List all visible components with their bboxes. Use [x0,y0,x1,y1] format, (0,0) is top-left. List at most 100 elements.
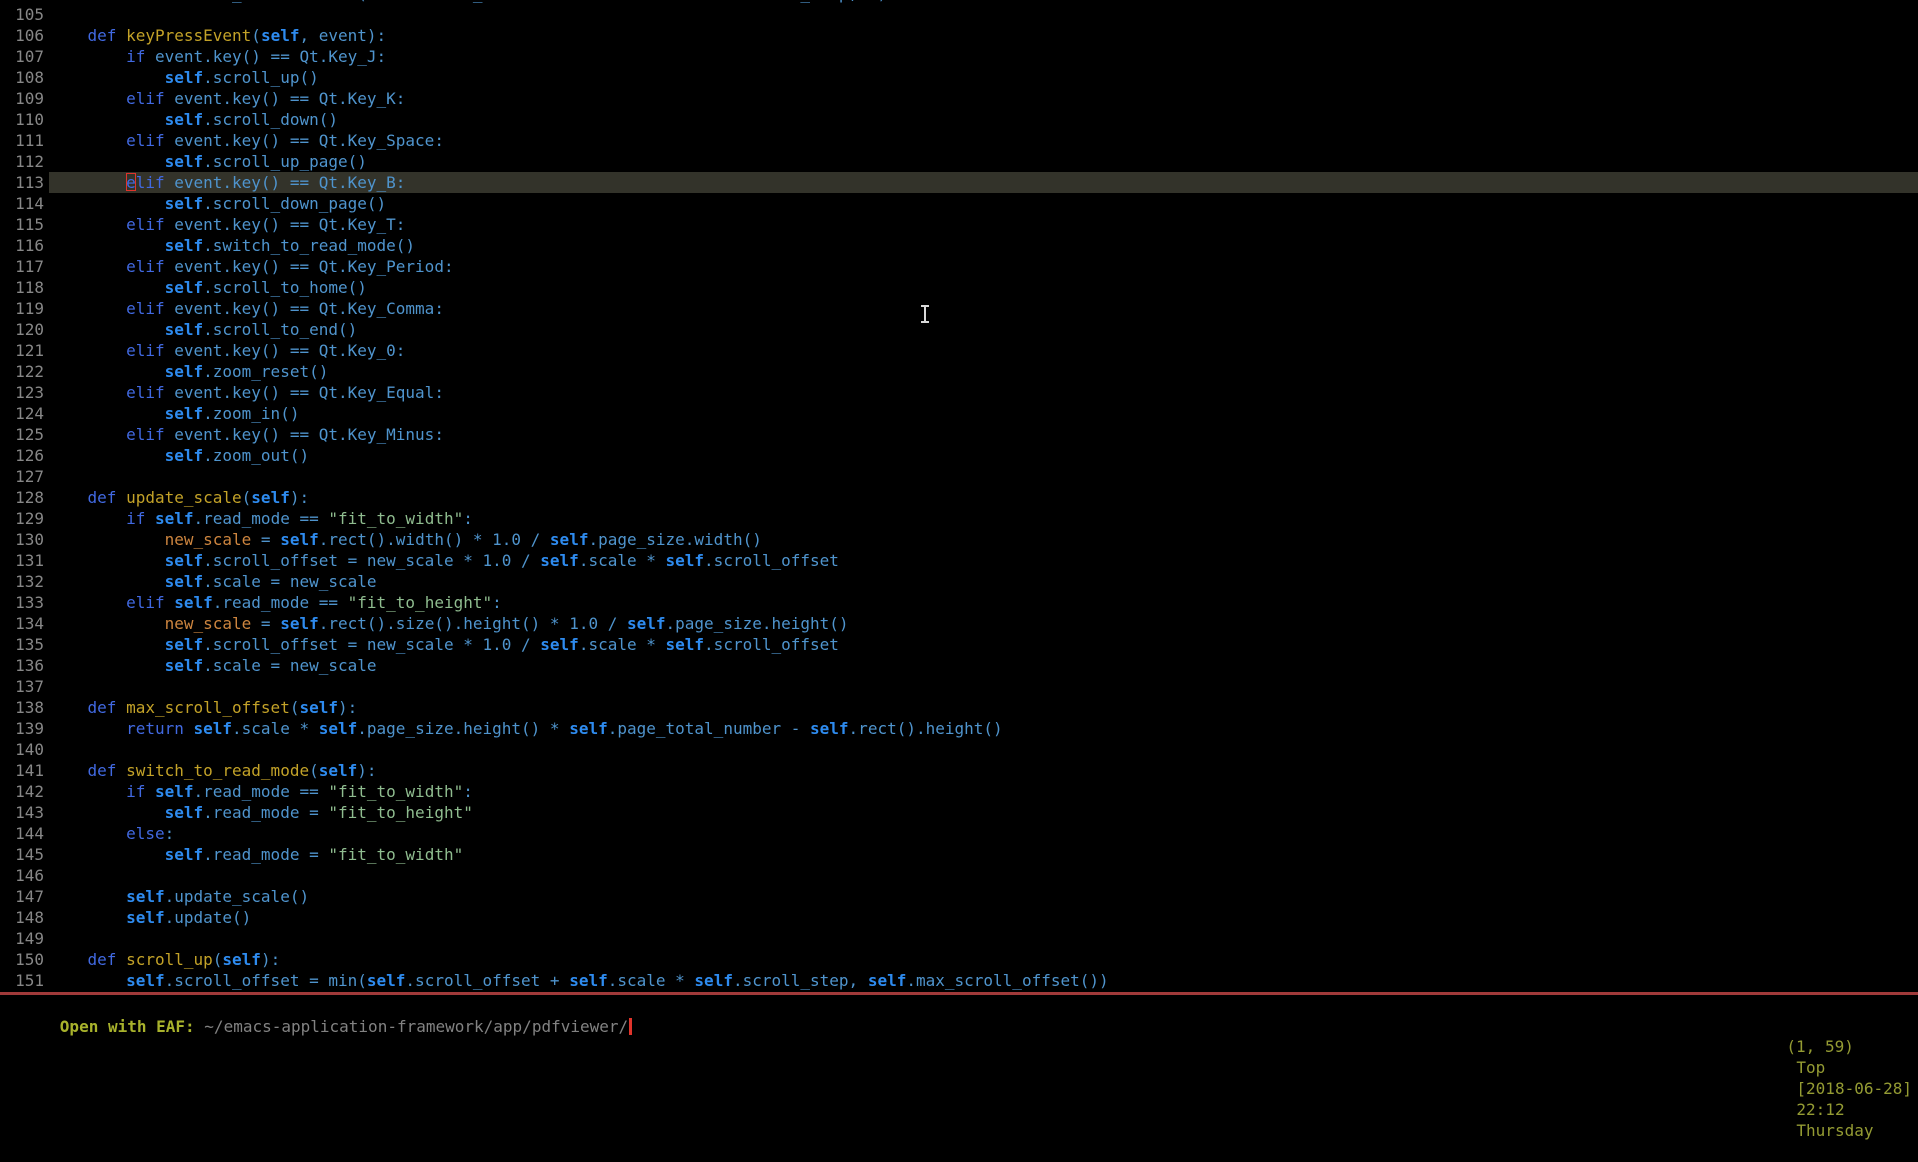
code-line[interactable]: 148 self.update() [0,907,1918,928]
code-text[interactable] [49,4,1918,25]
code-text[interactable]: elif event.key() == Qt.Key_K: [49,88,1918,109]
code-line[interactable]: 140 [0,739,1918,760]
code-line[interactable]: 136 self.scale = new_scale [0,655,1918,676]
code-text[interactable]: self.switch_to_read_mode() [49,235,1918,256]
line-number: 132 [0,571,44,592]
code-text[interactable]: self.scale = new_scale [49,655,1918,676]
code-line[interactable]: 112 self.scroll_up_page() [0,151,1918,172]
code-line[interactable]: 114 self.scroll_down_page() [0,193,1918,214]
code-line[interactable]: 109 elif event.key() == Qt.Key_K: [0,88,1918,109]
code-line[interactable]: 142 if self.read_mode == "fit_to_width": [0,781,1918,802]
editor-buffer[interactable]: 104 self.scroll_offset = max(self.scroll… [0,0,1918,992]
code-line[interactable]: 134 new_scale = self.rect().size().heigh… [0,613,1918,634]
code-text[interactable]: self.scroll_to_end() [49,319,1918,340]
code-text[interactable]: self.scroll_to_home() [49,277,1918,298]
code-text[interactable]: self.scroll_offset = new_scale * 1.0 / s… [49,634,1918,655]
code-text[interactable]: if self.read_mode == "fit_to_width": [49,508,1918,529]
code-text[interactable]: self.zoom_reset() [49,361,1918,382]
code-line[interactable]: 151 self.scroll_offset = min(self.scroll… [0,970,1918,991]
code-text[interactable]: elif event.key() == Qt.Key_Minus: [49,424,1918,445]
minibuffer[interactable]: Open with EAF: ~/emacs-application-frame… [0,995,1918,1037]
code-line[interactable]: 139 return self.scale * self.page_size.h… [0,718,1918,739]
code-text[interactable] [49,466,1918,487]
code-text[interactable]: self.scroll_offset = min(self.scroll_off… [49,970,1918,991]
code-line[interactable]: 105 [0,4,1918,25]
code-text[interactable]: def switch_to_read_mode(self): [49,760,1918,781]
code-text[interactable]: elif event.key() == Qt.Key_Equal: [49,382,1918,403]
code-line[interactable]: 117 elif event.key() == Qt.Key_Period: [0,256,1918,277]
code-text[interactable]: elif event.key() == Qt.Key_T: [49,214,1918,235]
line-number: 129 [0,508,44,529]
code-line[interactable]: 118 self.scroll_to_home() [0,277,1918,298]
minibuffer-line[interactable]: Open with EAF: ~/emacs-application-frame… [0,995,1918,1016]
code-line[interactable]: 125 elif event.key() == Qt.Key_Minus: [0,424,1918,445]
code-text[interactable]: new_scale = self.rect().size().height() … [49,613,1918,634]
code-text[interactable]: return self.scale * self.page_size.heigh… [49,718,1918,739]
code-text[interactable]: elif self.read_mode == "fit_to_height": [49,592,1918,613]
code-text[interactable] [49,865,1918,886]
code-line[interactable]: 121 elif event.key() == Qt.Key_0: [0,340,1918,361]
code-text[interactable]: self.scroll_down_page() [49,193,1918,214]
code-line[interactable]: 133 elif self.read_mode == "fit_to_heigh… [0,592,1918,613]
code-text[interactable]: elif event.key() == Qt.Key_Comma: [49,298,1918,319]
code-line[interactable]: 130 new_scale = self.rect().width() * 1.… [0,529,1918,550]
code-text[interactable]: self.scroll_offset = new_scale * 1.0 / s… [49,550,1918,571]
code-line[interactable]: 137 [0,676,1918,697]
code-line[interactable]: 108 self.scroll_up() [0,67,1918,88]
code-line[interactable]: 138 def max_scroll_offset(self): [0,697,1918,718]
code-text[interactable]: self.scroll_up() [49,67,1918,88]
code-line[interactable]: 110 self.scroll_down() [0,109,1918,130]
code-text[interactable]: def keyPressEvent(self, event): [49,25,1918,46]
code-text[interactable]: self.update() [49,907,1918,928]
code-line[interactable]: 143 self.read_mode = "fit_to_height" [0,802,1918,823]
code-line[interactable]: 146 [0,865,1918,886]
code-text[interactable]: self.scroll_down() [49,109,1918,130]
code-text[interactable]: self.zoom_out() [49,445,1918,466]
code-line[interactable]: 115 elif event.key() == Qt.Key_T: [0,214,1918,235]
code-line[interactable]: 123 elif event.key() == Qt.Key_Equal: [0,382,1918,403]
code-line[interactable]: 141 def switch_to_read_mode(self): [0,760,1918,781]
minibuffer-input[interactable]: ~/emacs-application-framework/app/pdfvie… [204,1017,628,1036]
code-line[interactable]: 107 if event.key() == Qt.Key_J: [0,46,1918,67]
code-text[interactable]: else: [49,823,1918,844]
code-text[interactable]: def max_scroll_offset(self): [49,697,1918,718]
code-line[interactable]: 145 self.read_mode = "fit_to_width" [0,844,1918,865]
code-line[interactable]: 116 self.switch_to_read_mode() [0,235,1918,256]
code-line[interactable]: 126 self.zoom_out() [0,445,1918,466]
code-text[interactable]: def scroll_up(self): [49,949,1918,970]
code-line[interactable]: 131 self.scroll_offset = new_scale * 1.0… [0,550,1918,571]
code-text[interactable]: elif event.key() == Qt.Key_Period: [49,256,1918,277]
code-text[interactable]: self.read_mode = "fit_to_width" [49,844,1918,865]
code-line[interactable]: 150 def scroll_up(self): [0,949,1918,970]
code-text[interactable]: elif event.key() == Qt.Key_Space: [49,130,1918,151]
code-line[interactable]: 120 self.scroll_to_end() [0,319,1918,340]
code-text[interactable]: self.scroll_up_page() [49,151,1918,172]
code-line[interactable]: 132 self.scale = new_scale [0,571,1918,592]
code-text[interactable]: self.scale = new_scale [49,571,1918,592]
code-line[interactable]: 111 elif event.key() == Qt.Key_Space: [0,130,1918,151]
code-text[interactable] [49,739,1918,760]
code-text[interactable]: if event.key() == Qt.Key_J: [49,46,1918,67]
code-text[interactable]: self.update_scale() [49,886,1918,907]
code-text[interactable]: elif event.key() == Qt.Key_0: [49,340,1918,361]
code-line[interactable]: 119 elif event.key() == Qt.Key_Comma: [0,298,1918,319]
code-line[interactable]: 106 def keyPressEvent(self, event): [0,25,1918,46]
code-line[interactable]: 149 [0,928,1918,949]
code-text[interactable]: new_scale = self.rect().width() * 1.0 / … [49,529,1918,550]
code-text[interactable] [49,676,1918,697]
code-line[interactable]: 144 else: [0,823,1918,844]
code-text[interactable] [49,928,1918,949]
code-line[interactable]: 124 self.zoom_in() [0,403,1918,424]
code-text[interactable]: self.zoom_in() [49,403,1918,424]
code-line[interactable]: 129 if self.read_mode == "fit_to_width": [0,508,1918,529]
code-text[interactable]: self.read_mode = "fit_to_height" [49,802,1918,823]
code-line[interactable]: 122 self.zoom_reset() [0,361,1918,382]
code-line[interactable]: 113 elif event.key() == Qt.Key_B: [0,172,1918,193]
code-text[interactable]: if self.read_mode == "fit_to_width": [49,781,1918,802]
code-text[interactable]: elif event.key() == Qt.Key_B: [49,172,1918,193]
code-text[interactable]: def update_scale(self): [49,487,1918,508]
code-line[interactable]: 135 self.scroll_offset = new_scale * 1.0… [0,634,1918,655]
code-line[interactable]: 128 def update_scale(self): [0,487,1918,508]
code-line[interactable]: 127 [0,466,1918,487]
code-line[interactable]: 147 self.update_scale() [0,886,1918,907]
